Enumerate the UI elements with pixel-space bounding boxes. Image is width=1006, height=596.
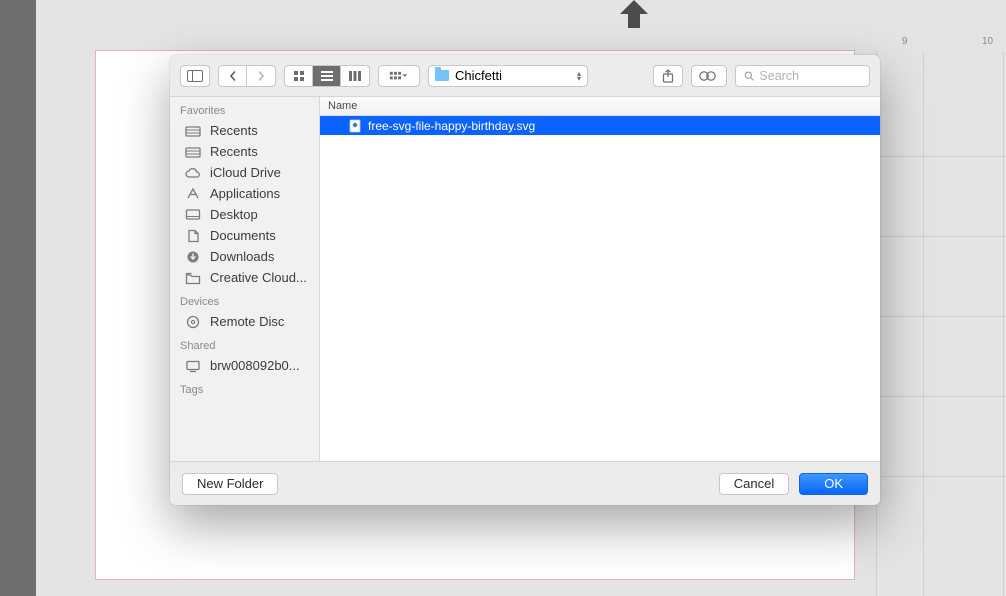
grid-line-horizontal xyxy=(876,316,1006,317)
sidebar: Favorites Recents Recents iCloud Drive A… xyxy=(170,97,320,461)
sidebar-item-applications[interactable]: Applications xyxy=(170,183,319,204)
column-header-name[interactable]: Name xyxy=(320,97,880,116)
file-row[interactable]: free-svg-file-happy-birthday.svg xyxy=(320,116,880,135)
path-folder-name: Chicfetti xyxy=(455,68,502,83)
ruler-mark-10: 10 xyxy=(982,36,993,47)
recents-icon xyxy=(184,145,202,159)
new-folder-button[interactable]: New Folder xyxy=(182,473,278,495)
arrange-button[interactable] xyxy=(379,66,419,86)
file-area: Name free-svg-file-happy-birthday.svg xyxy=(320,97,880,461)
sidebar-item-desktop[interactable]: Desktop xyxy=(170,204,319,225)
sidebar-header-devices: Devices xyxy=(170,288,319,311)
sidebar-toggle-button[interactable] xyxy=(180,65,210,87)
downloads-icon xyxy=(184,250,202,264)
sidebar-item-label: Recents xyxy=(210,144,258,159)
sidebar-item-label: Downloads xyxy=(210,249,274,264)
path-dropdown[interactable]: Chicfetti ▴▾ xyxy=(428,65,588,87)
sidebar-item-label: Applications xyxy=(210,186,280,201)
sidebar-item-shared-device[interactable]: brw008092b0... xyxy=(170,355,319,376)
nav-back-forward xyxy=(218,65,276,87)
sidebar-item-creative-cloud[interactable]: Creative Cloud... xyxy=(170,267,319,288)
file-list[interactable]: free-svg-file-happy-birthday.svg xyxy=(320,116,880,461)
view-list-button[interactable] xyxy=(313,66,341,86)
page-marker-arrow-icon xyxy=(614,0,654,30)
app-dark-margin xyxy=(0,0,36,596)
sidebar-item-icloud[interactable]: iCloud Drive xyxy=(170,162,319,183)
dialog-toolbar: Chicfetti ▴▾ xyxy=(170,55,880,97)
desktop-icon xyxy=(184,208,202,222)
applications-icon xyxy=(184,187,202,201)
dialog-footer: New Folder Cancel OK xyxy=(170,461,880,505)
tags-button[interactable] xyxy=(691,65,727,87)
svg-file-icon xyxy=(348,119,362,133)
sidebar-item-recents[interactable]: Recents xyxy=(170,141,319,162)
cancel-button[interactable]: Cancel xyxy=(719,473,789,495)
view-columns-button[interactable] xyxy=(341,66,369,86)
sidebar-item-label: Creative Cloud... xyxy=(210,270,307,285)
sidebar-header-favorites: Favorites xyxy=(170,97,319,120)
grid-line-horizontal xyxy=(876,476,1006,477)
forward-button[interactable] xyxy=(247,66,275,86)
sidebar-header-tags: Tags xyxy=(170,376,319,399)
folder-icon xyxy=(184,271,202,285)
disc-icon xyxy=(184,315,202,329)
ok-button[interactable]: OK xyxy=(799,473,868,495)
chevron-updown-icon: ▴▾ xyxy=(577,71,581,81)
sidebar-item-recents[interactable]: Recents xyxy=(170,120,319,141)
ruler-mark-9: 9 xyxy=(902,36,908,47)
button-label: New Folder xyxy=(197,476,263,491)
arrange-segmented xyxy=(378,65,420,87)
view-mode-segmented xyxy=(284,65,370,87)
view-icons-button[interactable] xyxy=(285,66,313,86)
grid-line-horizontal xyxy=(876,236,1006,237)
search-input[interactable] xyxy=(759,69,861,83)
documents-icon xyxy=(184,229,202,243)
file-open-dialog: Chicfetti ▴▾ Favorites Recents Recents xyxy=(170,55,880,505)
sidebar-item-label: Recents xyxy=(210,123,258,138)
recents-icon xyxy=(184,124,202,138)
ruler-horizontal: 9 10 xyxy=(870,36,1006,52)
sidebar-item-label: brw008092b0... xyxy=(210,358,300,373)
search-field[interactable] xyxy=(735,65,870,87)
grid-line-vertical xyxy=(1003,52,1004,596)
button-label: Cancel xyxy=(734,476,774,491)
grid-line-horizontal xyxy=(876,396,1006,397)
dialog-body: Favorites Recents Recents iCloud Drive A… xyxy=(170,97,880,461)
share-button[interactable] xyxy=(653,65,683,87)
sidebar-header-shared: Shared xyxy=(170,332,319,355)
sidebar-item-label: Remote Disc xyxy=(210,314,284,329)
folder-icon xyxy=(435,70,449,81)
sidebar-item-remote-disc[interactable]: Remote Disc xyxy=(170,311,319,332)
grid-line-horizontal xyxy=(876,156,1006,157)
back-button[interactable] xyxy=(219,66,247,86)
computer-icon xyxy=(184,359,202,373)
button-label: OK xyxy=(824,476,843,491)
sidebar-item-label: iCloud Drive xyxy=(210,165,281,180)
sidebar-item-label: Documents xyxy=(210,228,276,243)
sidebar-item-label: Desktop xyxy=(210,207,258,222)
search-icon xyxy=(744,70,754,82)
sidebar-item-documents[interactable]: Documents xyxy=(170,225,319,246)
grid-line-vertical xyxy=(923,52,924,596)
file-name: free-svg-file-happy-birthday.svg xyxy=(368,119,535,133)
cloud-icon xyxy=(184,166,202,180)
sidebar-item-downloads[interactable]: Downloads xyxy=(170,246,319,267)
column-header-label: Name xyxy=(328,100,357,112)
